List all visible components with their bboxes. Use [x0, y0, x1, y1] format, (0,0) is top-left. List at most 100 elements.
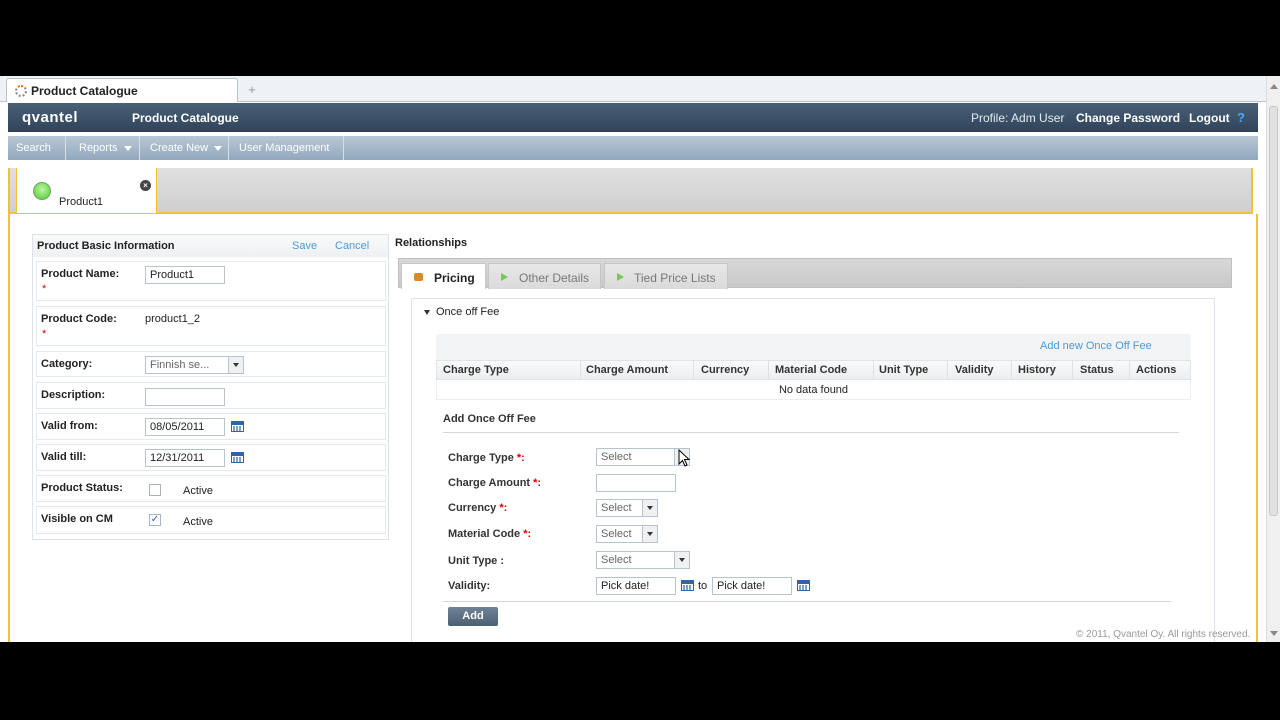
product-status-active-label: Active [183, 485, 213, 497]
mouse-cursor-icon [678, 449, 690, 467]
qvantel-logo: qvantel [22, 109, 79, 126]
description-row: Description: [36, 382, 386, 409]
menu-search[interactable]: Search [8, 136, 66, 160]
col-actions[interactable]: Actions [1136, 364, 1176, 376]
browser-tab-title: Product Catalogue [31, 84, 138, 98]
chevron-down-icon [642, 526, 657, 542]
chevron-down-icon [214, 145, 223, 151]
charge-type-label: Charge Type *: [448, 452, 525, 464]
once-off-fee-toggle[interactable]: Once off Fee [424, 306, 499, 318]
product-name-input[interactable]: Product1 [145, 266, 225, 284]
col-history[interactable]: History [1018, 364, 1056, 376]
calendar-icon[interactable] [797, 580, 810, 591]
product-code-value: product1_2 [145, 313, 201, 325]
valid-from-label: Valid from: [41, 420, 98, 432]
chevron-down-icon [123, 145, 132, 151]
add-new-once-off-fee-link[interactable]: Add new Once Off Fee [1040, 340, 1152, 352]
valid-till-row: Valid till: 12/31/2011 [36, 444, 386, 471]
description-label: Description: [41, 389, 106, 401]
validity-to-input[interactable]: Pick date! [712, 577, 792, 595]
product-status-label: Product Status: [41, 482, 123, 494]
valid-from-input[interactable]: 08/05/2011 [145, 418, 225, 436]
app-header: qvantel Product Catalogue Profile: Adm U… [8, 103, 1258, 132]
scroll-up-icon[interactable] [1270, 84, 1278, 89]
tab-tied-price-lists[interactable]: Tied Price Lists [604, 263, 728, 289]
category-select[interactable]: Finnish se... [145, 356, 244, 374]
scroll-down-icon[interactable] [1270, 631, 1278, 636]
product-status-row: Product Status: Active [36, 475, 386, 502]
calendar-icon[interactable] [231, 452, 244, 463]
col-currency[interactable]: Currency [701, 364, 749, 376]
change-password-link[interactable]: Change Password [1076, 111, 1180, 125]
logout-link[interactable]: Logout [1189, 111, 1230, 125]
currency-select[interactable]: Select [596, 499, 658, 517]
col-status[interactable]: Status [1080, 364, 1114, 376]
menu-create-new[interactable]: Create New [142, 136, 229, 160]
currency-label: Currency *: [448, 502, 508, 514]
panel-title: Product Basic Information [37, 240, 175, 252]
col-material-code[interactable]: Material Code [775, 364, 847, 376]
required-mark: * [42, 328, 47, 340]
category-row: Category: Finnish se... [36, 351, 386, 377]
visible-on-cm-active-label: Active [183, 516, 213, 528]
add-once-off-fee-title: Add Once Off Fee [443, 413, 536, 425]
calendar-icon[interactable] [231, 421, 244, 432]
relationships-tab-bar: Pricing Other Details Tied Price Lists [398, 258, 1232, 289]
calendar-icon[interactable] [681, 580, 694, 591]
close-icon[interactable]: × [140, 180, 151, 191]
product-status-checkbox[interactable] [149, 484, 161, 496]
menu-user-management[interactable]: User Management [231, 136, 344, 175]
collapse-triangle-icon [424, 309, 430, 315]
col-charge-type[interactable]: Charge Type [443, 364, 509, 376]
page-scrollbar[interactable] [1266, 76, 1280, 642]
validity-from-input[interactable]: Pick date! [596, 577, 676, 595]
app-window: Product Catalogue + qvantel Product Cata… [0, 76, 1280, 642]
scroll-thumb[interactable] [1269, 106, 1278, 516]
material-code-select[interactable]: Select [596, 525, 658, 543]
col-unit-type[interactable]: Unit Type [879, 364, 928, 376]
charge-amount-input[interactable] [596, 474, 676, 492]
product-name-label: Product Name: [41, 268, 120, 280]
tab-pricing[interactable]: Pricing [401, 263, 486, 289]
chevron-down-icon [674, 552, 689, 568]
play-icon [617, 273, 624, 281]
visible-on-cm-checkbox[interactable]: ✓ [149, 514, 161, 526]
material-code-label: Material Code *: [448, 528, 532, 540]
valid-from-row: Valid from: 08/05/2011 [36, 413, 386, 440]
cancel-link[interactable]: Cancel [335, 240, 369, 252]
divider [443, 601, 1171, 602]
product-tab-bar: Product1 × [8, 168, 1253, 214]
validity-to-label: to [698, 580, 708, 592]
save-link[interactable]: Save [292, 240, 317, 252]
product-code-row: Product Code: * product1_2 [36, 306, 386, 346]
col-validity[interactable]: Validity [955, 364, 994, 376]
fee-table-header: Charge Type Charge Amount Currency Mater… [436, 360, 1191, 380]
product-code-label: Product Code: [41, 313, 117, 325]
valid-till-input[interactable]: 12/31/2011 [145, 449, 225, 467]
charge-type-select[interactable]: Select [596, 448, 690, 466]
add-button[interactable]: Add [448, 607, 498, 626]
chevron-down-icon [642, 500, 657, 516]
description-input[interactable] [145, 388, 225, 406]
browser-tab-strip: Product Catalogue + [0, 76, 1280, 102]
product-basic-info-panel: Product Basic Information Save Cancel Pr… [32, 234, 389, 540]
new-tab-button[interactable]: + [242, 80, 262, 100]
loading-spinner-icon [15, 85, 27, 97]
copyright-footer: © 2011, Qvantel Oy. All rights reserved. [1076, 629, 1251, 640]
tag-icon [414, 273, 423, 281]
unit-type-select[interactable]: Select [596, 551, 690, 569]
product-tab[interactable]: Product1 × [16, 168, 157, 214]
relationships-title: Relationships [395, 237, 468, 249]
profile-label: Profile: Adm User [971, 111, 1065, 125]
divider [443, 432, 1179, 433]
validity-label: Validity: [448, 580, 491, 592]
help-icon[interactable]: ? [1237, 110, 1245, 125]
tab-other-details[interactable]: Other Details [488, 263, 601, 289]
menu-reports[interactable]: Reports [71, 136, 140, 160]
charge-amount-label: Charge Amount *: [448, 477, 542, 489]
col-charge-amount[interactable]: Charge Amount [586, 364, 668, 376]
chevron-down-icon [228, 357, 243, 373]
product-tab-label: Product1 [59, 196, 104, 208]
play-icon [501, 273, 508, 281]
browser-tab[interactable]: Product Catalogue [6, 78, 238, 102]
